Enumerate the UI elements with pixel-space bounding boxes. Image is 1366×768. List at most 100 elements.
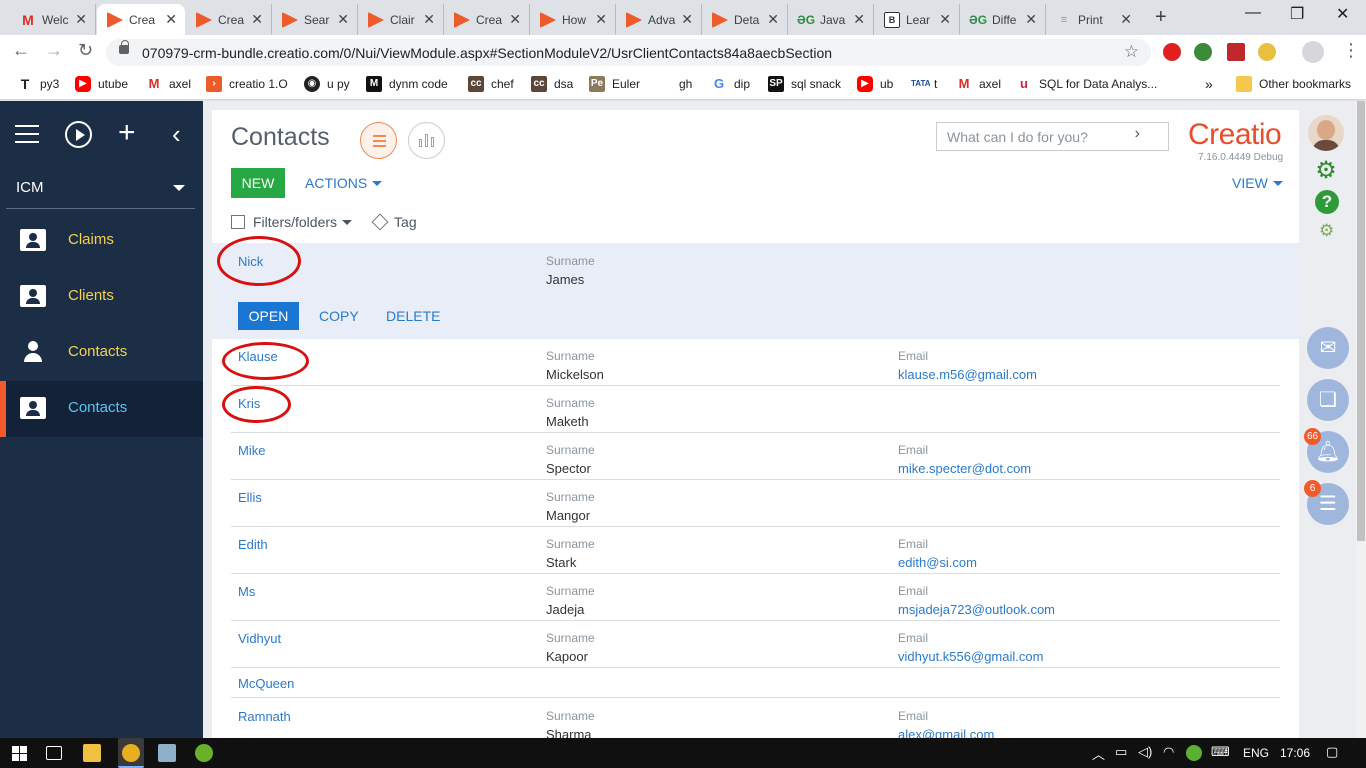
table-row[interactable]: Ellis Surname Mangor [212, 480, 1299, 527]
contact-name-link[interactable]: Nick [238, 254, 263, 269]
view-dropdown[interactable]: VIEW [1232, 175, 1283, 191]
collapse-chevron-icon[interactable]: ‹ [172, 119, 181, 149]
email-link[interactable]: klause.m56@gmail.com [898, 367, 1037, 382]
bookmark-item[interactable]: Pe Euler [589, 76, 640, 92]
new-tab-button[interactable]: + [1155, 6, 1167, 29]
analytics-view-button[interactable] [408, 122, 445, 159]
extension-icon[interactable] [1194, 43, 1212, 61]
table-row[interactable]: Edith Surname Stark Email edith@si.com [212, 527, 1299, 574]
bookmark-item[interactable]: Maxel [146, 76, 191, 92]
bookmark-item[interactable]: ▶ ub [857, 76, 893, 92]
table-row-selected[interactable]: Nick Surname James OPEN COPY DELETE [212, 243, 1299, 339]
browser-tab[interactable]: Adva ✕ [616, 4, 702, 35]
menu-kebab-icon[interactable]: ⋮ [1342, 40, 1360, 61]
hamburger-menu-icon[interactable] [15, 125, 39, 143]
keyboard-icon[interactable]: ⌨ [1211, 744, 1230, 760]
browser-tab-active[interactable]: Crea ✕ [97, 4, 185, 35]
bookmark-item[interactable]: Tpy3 [17, 76, 59, 92]
contact-name-link[interactable]: Ellis [238, 490, 262, 505]
user-avatar[interactable] [1308, 115, 1344, 151]
clock[interactable]: 17:06 [1280, 746, 1310, 760]
notification-center-icon[interactable]: ▢ [1326, 744, 1338, 760]
email-link[interactable]: alex@gmail.com [898, 727, 994, 738]
browser-tab[interactable]: M Welc ✕ [10, 4, 96, 35]
extension-owl-icon[interactable] [1258, 43, 1276, 61]
browser-tab[interactable]: How ✕ [530, 4, 616, 35]
open-button[interactable]: OPEN [238, 302, 299, 330]
close-icon[interactable]: ✕ [1120, 11, 1132, 28]
close-icon[interactable]: ✕ [509, 11, 521, 28]
browser-tab[interactable]: ƏG Java ✕ [788, 4, 874, 35]
forward-button[interactable]: → [45, 40, 63, 61]
table-row[interactable]: Klause Surname Mickelson Email klause.m5… [212, 339, 1299, 386]
opera-extension-icon[interactable] [1163, 43, 1181, 61]
sidebar-item-claims[interactable]: Claims [0, 213, 203, 269]
contact-name-link[interactable]: Edith [238, 537, 268, 552]
contact-name-link[interactable]: Ms [238, 584, 255, 599]
browser-tab[interactable]: Crea ✕ [186, 4, 272, 35]
bookmark-item[interactable]: u SQL for Data Analys... [1016, 76, 1157, 92]
table-row[interactable]: Vidhyut Surname Kapoor Email vidhyut.k55… [212, 621, 1299, 668]
pocket-extension-icon[interactable] [1227, 43, 1245, 61]
contact-name-link[interactable]: Klause [238, 349, 278, 364]
table-row[interactable]: Kris Surname Maketh [212, 386, 1299, 433]
language-indicator[interactable]: ENG [1243, 746, 1269, 760]
close-icon[interactable]: ✕ [681, 11, 693, 28]
contact-name-link[interactable]: Vidhyut [238, 631, 281, 646]
bookmark-item[interactable]: cc chef [468, 76, 514, 92]
bookmark-item[interactable]: Gdip [711, 76, 750, 92]
close-icon[interactable]: ✕ [1025, 11, 1037, 28]
table-row[interactable]: Mike Surname Spector Email mike.specter@… [212, 433, 1299, 480]
close-icon[interactable]: ✕ [939, 11, 951, 28]
email-link[interactable]: mike.specter@dot.com [898, 461, 1031, 476]
bookmark-item[interactable]: ◉ u py [304, 76, 350, 92]
app-icon[interactable] [195, 744, 213, 762]
bookmark-item[interactable]: › creatio 1.O [206, 76, 288, 92]
bookmark-item[interactable]: SP sql snack [768, 76, 841, 92]
browser-tab[interactable]: ≡ Print ✕ [1046, 4, 1140, 35]
browser-tab[interactable]: Crea ✕ [444, 4, 530, 35]
tag-button[interactable]: Tag [394, 214, 417, 230]
sidebar-item-contacts[interactable]: Contacts [0, 325, 203, 381]
email-panel-button[interactable]: ✉ [1307, 327, 1349, 369]
close-icon[interactable]: ✕ [337, 11, 349, 28]
reload-button[interactable]: ↻ [78, 40, 93, 61]
wifi-icon[interactable]: ◠ [1163, 744, 1174, 760]
sidebar-item-clients[interactable]: Clients [0, 269, 203, 325]
bookmark-item[interactable]: cc dsa [531, 76, 573, 92]
actions-dropdown[interactable]: ACTIONS [305, 175, 383, 191]
bookmark-item[interactable]: ▶ utube [75, 76, 128, 92]
play-process-icon[interactable] [65, 121, 92, 148]
sidebar-item-client-contacts[interactable]: Contacts [0, 381, 203, 437]
close-icon[interactable]: ✕ [595, 11, 607, 28]
profile-avatar-icon[interactable] [1302, 41, 1324, 63]
add-icon[interactable]: + [118, 118, 136, 148]
close-window-button[interactable]: ✕ [1336, 4, 1349, 24]
page-scrollbar[interactable] [1356, 101, 1366, 738]
help-icon[interactable]: ? [1315, 190, 1339, 214]
gear-icon[interactable]: ⚙ [1315, 159, 1337, 183]
contact-name-link[interactable]: Kris [238, 396, 260, 411]
browser-tab[interactable]: ƏG Diffe ✕ [960, 4, 1046, 35]
contact-name-link[interactable]: McQueen [238, 676, 294, 691]
chevron-up-icon[interactable]: ︿ [1092, 744, 1105, 763]
scrollbar-thumb[interactable] [1357, 101, 1365, 541]
contact-name-link[interactable]: Ramnath [238, 709, 291, 724]
bookmark-item[interactable]: Maxel [956, 76, 1001, 92]
browser-tab[interactable]: Clair ✕ [358, 4, 444, 35]
address-bar[interactable]: 070979-crm-bundle.creatio.com/0/Nui/View… [106, 39, 1151, 66]
list-view-button[interactable] [360, 122, 397, 159]
tray-app-icon[interactable] [1186, 745, 1202, 761]
email-link[interactable]: vidhyut.k556@gmail.com [898, 649, 1043, 664]
email-link[interactable]: msjadeja723@outlook.com [898, 602, 1055, 617]
minimize-button[interactable]: — [1245, 4, 1261, 22]
copy-button[interactable]: COPY [319, 308, 359, 324]
battery-icon[interactable]: ▭ [1115, 744, 1127, 760]
delete-button[interactable]: DELETE [386, 308, 440, 324]
windows-start-icon[interactable] [12, 746, 27, 761]
table-row[interactable]: Ms Surname Jadeja Email msjadeja723@outl… [212, 574, 1299, 621]
email-link[interactable]: edith@si.com [898, 555, 977, 570]
bookmark-item[interactable]: gh [656, 76, 692, 92]
photos-icon[interactable] [158, 744, 176, 762]
system-designer-icon[interactable]: ⚙ [1319, 221, 1334, 241]
